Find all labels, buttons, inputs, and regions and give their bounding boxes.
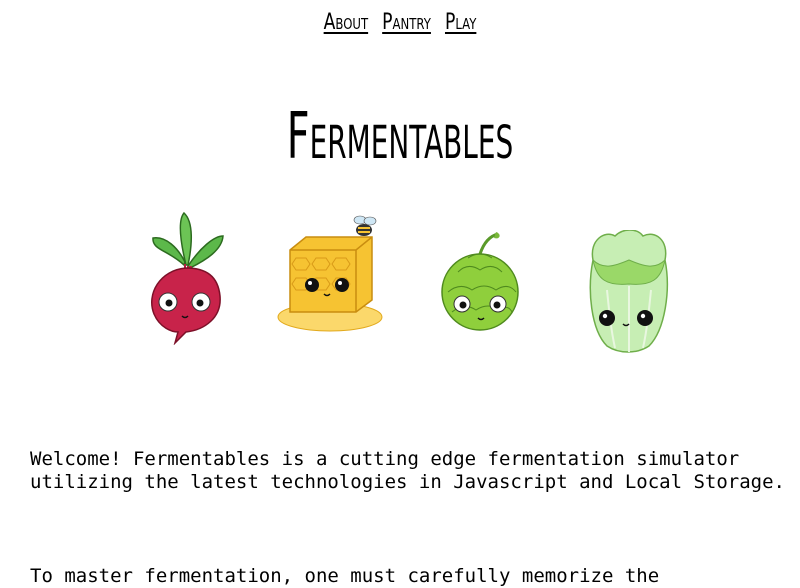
beet-icon [151,211,224,345]
main-nav: About Pantry Play [88,10,712,35]
page-title: Fermentables [286,100,514,174]
nav-pantry-link[interactable]: Pantry [382,10,431,35]
nav-play-link[interactable]: Play [445,10,476,35]
hop-icon [441,232,519,331]
honeycomb-icon [277,215,383,332]
nav-about-link[interactable]: About [324,10,368,35]
intro-paragraph: Welcome! Fermentables is a cutting edge … [30,448,785,493]
cabbage-icon [589,230,668,353]
